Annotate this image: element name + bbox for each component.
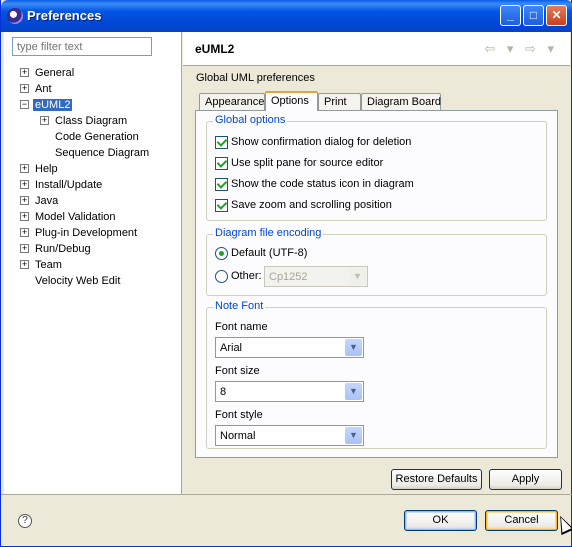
- checkbox-checked-icon[interactable]: [215, 177, 228, 191]
- checkbox-code-status-icon[interactable]: Show the code status icon in diagram: [215, 177, 414, 191]
- checkbox-save-zoom[interactable]: Save zoom and scrolling position: [215, 198, 392, 212]
- radio-selected-icon[interactable]: [215, 246, 228, 260]
- tree-item-velocity-web-edit[interactable]: Velocity Web Edit: [33, 273, 122, 289]
- preference-tree-pane: +General +Ant −eUML2 +Class Diagram Code…: [4, 32, 182, 494]
- help-icon[interactable]: ?: [18, 514, 32, 528]
- tree-item-model-validation[interactable]: + Model Validation: [20, 209, 118, 225]
- filter-input[interactable]: [12, 37, 152, 56]
- tab-appearance[interactable]: Appearance: [199, 93, 265, 110]
- font-name-select[interactable]: Arial ▼: [215, 337, 364, 358]
- checkbox-checked-icon[interactable]: [215, 198, 228, 212]
- checkbox-split-pane[interactable]: Use split pane for source editor: [215, 156, 383, 170]
- page-title: eUML2: [195, 42, 235, 56]
- maximize-button[interactable]: □: [523, 5, 544, 26]
- expand-icon[interactable]: +: [20, 68, 29, 77]
- expand-icon[interactable]: +: [20, 180, 29, 189]
- tree-item-help[interactable]: + Help: [20, 161, 60, 177]
- font-name-label: Font name: [215, 321, 268, 333]
- font-style-label: Font style: [215, 409, 263, 421]
- tree-item-java[interactable]: + Java: [20, 193, 60, 209]
- other-encoding-select: Cp1252 ▼: [264, 266, 368, 287]
- font-style-select[interactable]: Normal ▼: [215, 425, 364, 446]
- radio-default-encoding[interactable]: Default (UTF-8): [215, 246, 307, 260]
- close-button[interactable]: ✕: [546, 5, 567, 26]
- font-size-select[interactable]: 8 ▼: [215, 381, 364, 402]
- tab-print[interactable]: Print: [318, 93, 361, 110]
- tree-item-plugin-development[interactable]: + Plug-in Development: [20, 225, 139, 241]
- chevron-down-icon[interactable]: ▼: [345, 427, 362, 444]
- expand-icon[interactable]: +: [20, 84, 29, 93]
- title-bar[interactable]: Preferences _ □ ✕: [1, 0, 572, 32]
- chevron-down-icon[interactable]: ▼: [345, 339, 362, 356]
- radio-other-encoding[interactable]: Other:: [215, 269, 262, 283]
- ok-button[interactable]: OK: [404, 510, 477, 531]
- forward-arrow-icon[interactable]: ⇨ ▾: [525, 41, 558, 56]
- note-font-group: Note Font Font name Arial ▼ Font size 8 …: [206, 300, 547, 449]
- chevron-down-icon[interactable]: ▼: [345, 383, 362, 400]
- tree-item-class-diagram[interactable]: + Class Diagram: [40, 113, 129, 129]
- tree-item-run-debug[interactable]: + Run/Debug: [20, 241, 93, 257]
- preference-page: eUML2 ⇦ ▾ ⇨ ▾ Global UML preferences App…: [183, 32, 570, 494]
- tree-item-euml2[interactable]: − eUML2: [20, 97, 73, 113]
- history-nav: ⇦ ▾ ⇨ ▾: [484, 41, 558, 57]
- minimize-button[interactable]: _: [500, 5, 521, 26]
- tab-options[interactable]: Options: [265, 91, 318, 111]
- page-header: eUML2 ⇦ ▾ ⇨ ▾: [183, 32, 570, 66]
- font-size-label: Font size: [215, 365, 260, 377]
- expand-icon[interactable]: +: [20, 260, 29, 269]
- cancel-button[interactable]: Cancel: [485, 510, 558, 531]
- checkbox-checked-icon[interactable]: [215, 156, 228, 170]
- back-arrow-icon[interactable]: ⇦ ▾: [484, 41, 517, 56]
- preferences-window: Preferences _ □ ✕ +General +Ant −eUML2 +…: [0, 0, 572, 547]
- expand-icon[interactable]: +: [20, 164, 29, 173]
- group-legend: Diagram file encoding: [213, 227, 324, 239]
- apply-button[interactable]: Apply: [489, 469, 562, 490]
- eclipse-icon: [7, 8, 23, 24]
- group-legend: Global options: [213, 114, 288, 126]
- expand-icon[interactable]: +: [20, 196, 29, 205]
- window-title: Preferences: [27, 8, 102, 23]
- group-legend: Note Font: [213, 300, 266, 312]
- tree-item-code-generation[interactable]: Code Generation: [53, 129, 141, 145]
- radio-unselected-icon[interactable]: [215, 269, 228, 283]
- dialog-button-bar: ? OK Cancel: [1, 494, 572, 546]
- expand-icon[interactable]: +: [20, 228, 29, 237]
- checkbox-confirm-deletion[interactable]: Show confirmation dialog for deletion: [215, 135, 411, 149]
- tree-item-team[interactable]: + Team: [20, 257, 64, 273]
- tree-item-install-update[interactable]: + Install/Update: [20, 177, 104, 193]
- restore-defaults-button[interactable]: Restore Defaults: [391, 469, 482, 490]
- page-description: Global UML preferences: [196, 72, 315, 84]
- options-tab-panel: Global options Show confirmation dialog …: [195, 110, 558, 458]
- expand-icon[interactable]: +: [20, 212, 29, 221]
- collapse-icon[interactable]: −: [20, 100, 29, 109]
- tree-item-sequence-diagram[interactable]: Sequence Diagram: [53, 145, 151, 161]
- expand-icon[interactable]: +: [20, 244, 29, 253]
- tab-diagram-board[interactable]: Diagram Board: [361, 93, 441, 110]
- tree-item-general[interactable]: + General: [20, 65, 76, 81]
- tree-item-ant[interactable]: + Ant: [20, 81, 54, 97]
- encoding-group: Diagram file encoding Default (UTF-8) Ot…: [206, 227, 547, 296]
- expand-icon[interactable]: +: [40, 116, 49, 125]
- global-options-group: Global options Show confirmation dialog …: [206, 114, 547, 221]
- chevron-down-icon: ▼: [349, 268, 366, 285]
- checkbox-checked-icon[interactable]: [215, 135, 228, 149]
